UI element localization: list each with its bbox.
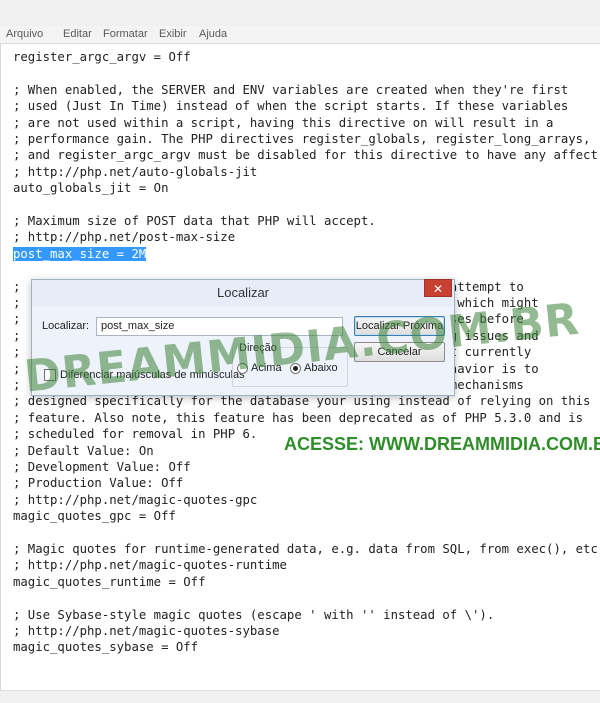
editor-line: magic_quotes_gpc = Off (13, 509, 176, 524)
find-dialog-title: Localizar (216, 285, 270, 300)
close-icon: ✕ (432, 282, 444, 296)
close-button[interactable]: ✕ (424, 279, 452, 297)
menu-bar: Arquivo Editar Formatar Exibir Ajuda (0, 26, 600, 44)
menu-item-formatar[interactable]: Formatar (103, 28, 148, 40)
editor-line: ; and register_argc_argv must be disable… (13, 148, 600, 163)
editor-line: auto_globals_jit = On (13, 181, 169, 196)
editor-line: ; Default Value: On (13, 443, 154, 458)
horizontal-scrollbar[interactable] (0, 690, 600, 703)
find-label: Localizar: (42, 320, 90, 332)
editor-line: post_max_size = 2M (13, 246, 147, 262)
editor-line: ; Development Value: Off (13, 460, 191, 474)
editor-line: ; used (Just In Time) instead of when th… (13, 99, 569, 114)
menu-item-exibir[interactable]: Exibir (159, 28, 187, 40)
menu-item-ajuda[interactable]: Ajuda (199, 28, 227, 40)
editor-line: ; are not used within a script, having t… (13, 115, 554, 130)
editor-line: ; http://php.net/magic-quotes-runtime (13, 558, 287, 573)
find-dialog-titlebar[interactable]: Localizar (32, 280, 454, 306)
editor-line: ; Magic quotes for runtime-generated dat… (13, 542, 600, 556)
editor-line: ; When enabled, the SERVER and ENV varia… (13, 82, 569, 97)
menu-item-editar[interactable]: Editar (63, 28, 92, 40)
editor-line: register_argc_argv = Off (13, 50, 191, 64)
editor-line: magic_quotes_sybase = Off (13, 640, 199, 655)
selected-text: post_max_size = 2M (13, 246, 147, 261)
editor-line: ; Use Sybase-style magic quotes (escape … (13, 607, 495, 622)
menu-item-arquivo[interactable]: Arquivo (6, 28, 43, 40)
watermark-url-text: ACESSE: WWW.DREAMMIDIA.COM.BR (284, 434, 600, 454)
editor-line: ; http://php.net/auto-globals-jit (13, 164, 258, 179)
editor-line: ; http://php.net/post-max-size (13, 230, 236, 245)
editor-line: ; http://php.net/magic-quotes-sybase (13, 624, 280, 638)
editor-line: ; Production Value: Off (13, 476, 184, 491)
editor-line: ; Maximum size of POST data that PHP wil… (13, 214, 376, 228)
window-title-bar (0, 0, 600, 26)
editor-line: ; feature. Also note, this feature has b… (13, 410, 584, 425)
editor-line: ; scheduled for removal in PHP 6. (13, 427, 258, 442)
editor-line: ; performance gain. The PHP directives r… (13, 132, 591, 146)
editor-line: ; http://php.net/magic-quotes-gpc (13, 492, 258, 507)
editor-line: magic_quotes_runtime = Off (13, 574, 206, 589)
